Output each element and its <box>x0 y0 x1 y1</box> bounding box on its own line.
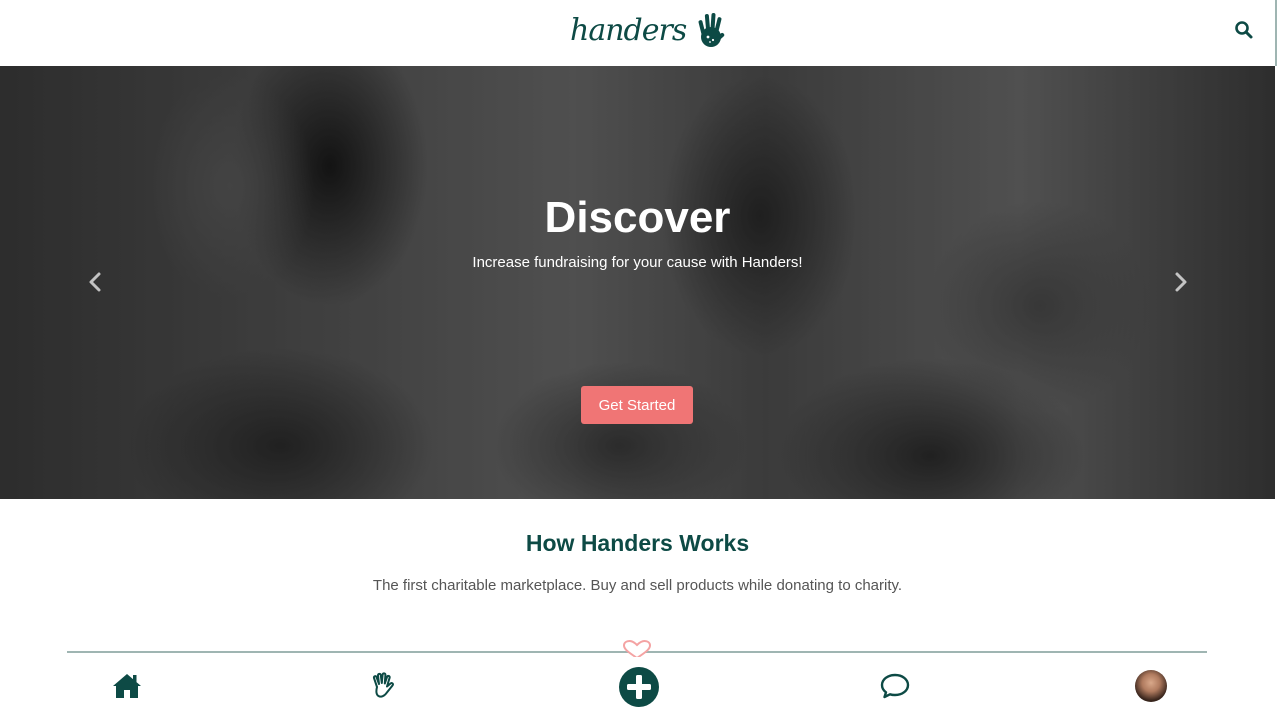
how-title-suffix: Works <box>672 530 750 556</box>
hand-icon <box>372 672 394 698</box>
nav-home-button[interactable] <box>110 669 144 703</box>
hero-title: Discover <box>544 193 731 242</box>
nav-add-button[interactable] <box>618 666 660 708</box>
bottom-nav <box>0 657 1277 717</box>
hero-subtitle: Increase fundraising for your cause with… <box>472 254 803 271</box>
logo[interactable]: handers <box>570 10 726 50</box>
how-title-prefix: How <box>525 530 581 556</box>
search-icon[interactable] <box>1234 20 1254 40</box>
chat-icon <box>880 673 910 699</box>
plus-icon <box>619 667 659 707</box>
how-it-works-heading: How Handers Works <box>0 530 1275 557</box>
top-header: handers <box>0 0 1277 66</box>
hero-image-overlay <box>0 66 1275 499</box>
hero-carousel: Discover Increase fundraising for your c… <box>0 66 1275 499</box>
how-title-brand: Handers <box>580 530 673 556</box>
chevron-left-icon[interactable] <box>84 270 108 294</box>
chevron-right-icon[interactable] <box>1168 270 1192 294</box>
how-it-works-subtitle: The first charitable marketplace. Buy an… <box>372 577 903 594</box>
get-started-button[interactable]: Get Started <box>581 386 693 424</box>
logo-text: handers <box>570 12 687 48</box>
nav-chat-button[interactable] <box>878 669 912 703</box>
nav-hand-button[interactable] <box>366 669 400 703</box>
user-avatar[interactable] <box>1135 670 1167 702</box>
home-icon <box>113 674 141 698</box>
hand-logo-icon <box>698 13 725 47</box>
